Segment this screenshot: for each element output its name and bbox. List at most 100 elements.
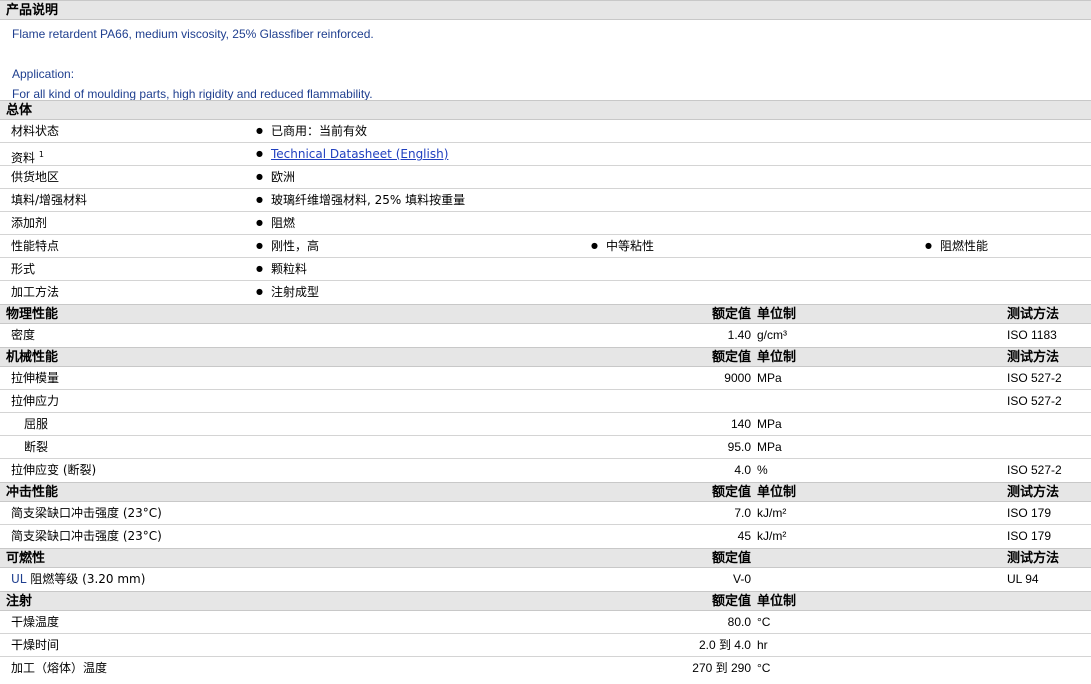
section-title: 可燃性	[6, 551, 46, 566]
row-label: 加工方法	[11, 285, 60, 299]
nominal-header: 额定值	[711, 594, 751, 609]
row-value: 注射成型	[256, 281, 319, 305]
row-value: Technical Datasheet (English)	[256, 143, 448, 167]
section-title: 物理性能	[6, 307, 59, 322]
unit-header: 单位制	[757, 485, 797, 500]
row-unit: %	[757, 463, 768, 477]
row-label: 屈服	[24, 417, 49, 431]
row-label: 供货地区	[11, 170, 60, 184]
row-method: ISO 1183	[1007, 328, 1057, 342]
row-label: 密度	[11, 328, 36, 342]
row-unit: hr	[757, 638, 768, 652]
mechanical-header: 机械性能 额定值 单位制 测试方法	[0, 347, 1091, 367]
general-row: 性能特点 刚性，高 中等粘性 阻燃性能	[0, 235, 1091, 258]
impact-header: 冲击性能 额定值 单位制 测试方法	[0, 482, 1091, 502]
row-value: 已商用：当前有效	[256, 120, 367, 144]
row-label: 简支梁缺口冲击强度 (23°C)	[11, 529, 162, 543]
row-value: 7.0	[734, 506, 751, 520]
row-value: 4.0	[734, 463, 751, 477]
row-unit: MPa	[757, 417, 782, 431]
section-title: 产品说明	[6, 3, 59, 18]
general-row: 材料状态 已商用：当前有效	[0, 120, 1091, 143]
property-row: 拉伸应变 (断裂) 4.0 % ISO 527-2	[0, 459, 1091, 482]
property-row: 拉伸应力 ISO 527-2	[0, 390, 1091, 413]
row-method: ISO 527-2	[1007, 371, 1062, 385]
general-row: 供货地区 欧洲	[0, 166, 1091, 189]
general-row: 添加剂 阻燃	[0, 212, 1091, 235]
row-label: 加工（熔体）温度	[11, 661, 108, 675]
row-label: 干燥时间	[11, 638, 60, 652]
row-value: 2.0 到 4.0	[698, 638, 751, 652]
nominal-header: 额定值	[711, 485, 751, 500]
row-label: 拉伸模量	[11, 371, 60, 385]
row-value: 玻璃纤维增强材料, 25% 填料按重量	[256, 189, 465, 213]
description-header: 产品说明	[0, 0, 1091, 20]
property-row: UL 阻燃等级 (3.20 mm) V-0 UL 94	[0, 568, 1091, 591]
row-label: 性能特点	[11, 239, 60, 253]
unit-header: 单位制	[757, 594, 797, 609]
row-value: 9000	[724, 371, 751, 385]
row-unit: °C	[757, 661, 771, 675]
nominal-header: 额定值	[711, 551, 751, 566]
row-method: UL 94	[1007, 572, 1039, 586]
row-value: 140	[730, 417, 751, 431]
row-label: 拉伸应力	[11, 394, 60, 408]
row-unit: kJ/m²	[757, 506, 787, 520]
row-value: 刚性，高	[256, 235, 319, 259]
method-header: 测试方法	[1007, 350, 1060, 365]
row-value: 阻燃性能	[925, 235, 988, 259]
row-label: 断裂	[24, 440, 49, 454]
section-title: 注射	[6, 594, 33, 609]
row-unit: g/cm³	[757, 328, 787, 342]
general-row: 填料/增强材料 玻璃纤维增强材料, 25% 填料按重量	[0, 189, 1091, 212]
nominal-header: 额定值	[711, 307, 751, 322]
general-header: 总体	[0, 100, 1091, 120]
method-header: 测试方法	[1007, 551, 1060, 566]
general-row: 资料 1 Technical Datasheet (English)	[0, 143, 1091, 166]
property-row: 断裂 95.0 MPa	[0, 436, 1091, 459]
row-method: ISO 179	[1007, 506, 1052, 520]
nominal-header: 额定值	[711, 350, 751, 365]
row-method: ISO 527-2	[1007, 394, 1062, 408]
row-unit: MPa	[757, 371, 782, 385]
description-body: Flame retardent PA66, medium viscosity, …	[0, 20, 1091, 101]
row-label: UL 阻燃等级 (3.20 mm)	[11, 572, 146, 586]
property-row: 简支梁缺口冲击强度 (23°C) 45 kJ/m² ISO 179	[0, 525, 1091, 548]
row-label: 添加剂	[11, 216, 48, 230]
flammability-header: 可燃性 额定值 测试方法	[0, 548, 1091, 568]
application-label: Application:	[12, 67, 75, 81]
row-method: ISO 179	[1007, 529, 1052, 543]
row-label: 材料状态	[11, 124, 60, 138]
property-row: 简支梁缺口冲击强度 (23°C) 7.0 kJ/m² ISO 179	[0, 502, 1091, 525]
row-value: 270 到 290	[692, 661, 751, 675]
section-title: 机械性能	[6, 350, 59, 365]
row-label: 填料/增强材料	[11, 193, 88, 207]
datasheet-link[interactable]: Technical Datasheet (English)	[271, 147, 448, 161]
row-unit: kJ/m²	[757, 529, 787, 543]
row-value: 阻燃	[256, 212, 295, 236]
row-value: 95.0	[727, 440, 751, 454]
row-unit: °C	[757, 615, 771, 629]
physical-header: 物理性能 额定值 单位制 测试方法	[0, 304, 1091, 324]
method-header: 测试方法	[1007, 307, 1060, 322]
row-value: 45	[737, 529, 751, 543]
property-row: 干燥时间 2.0 到 4.0 hr	[0, 634, 1091, 657]
row-label: 简支梁缺口冲击强度 (23°C)	[11, 506, 162, 520]
row-value: 中等粘性	[591, 235, 654, 259]
row-value: 1.40	[727, 328, 751, 342]
section-title: 总体	[6, 103, 33, 118]
property-row: 干燥温度 80.0 °C	[0, 611, 1091, 634]
method-header: 测试方法	[1007, 485, 1060, 500]
description-line: Flame retardent PA66, medium viscosity, …	[12, 27, 374, 41]
row-value: 颗粒料	[256, 258, 307, 282]
row-label: 形式	[11, 262, 36, 276]
general-row: 加工方法 注射成型	[0, 281, 1091, 304]
property-row: 密度 1.40 g/cm³ ISO 1183	[0, 324, 1091, 347]
property-row: 拉伸模量 9000 MPa ISO 527-2	[0, 367, 1091, 390]
row-label: 拉伸应变 (断裂)	[11, 463, 97, 477]
property-row: 屈服 140 MPa	[0, 413, 1091, 436]
section-title: 冲击性能	[6, 485, 59, 500]
injection-header: 注射 额定值 单位制	[0, 591, 1091, 611]
row-unit: MPa	[757, 440, 782, 454]
unit-header: 单位制	[757, 307, 797, 322]
